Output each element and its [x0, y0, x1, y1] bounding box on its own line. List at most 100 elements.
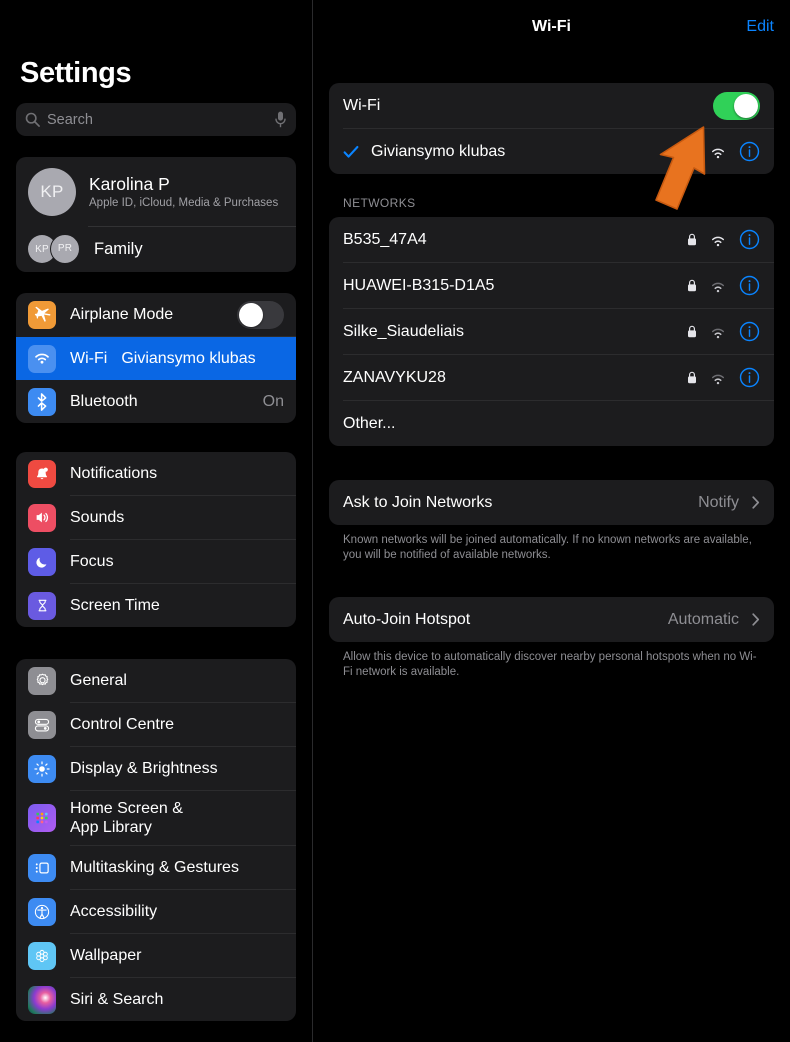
sidebar-item-airplane-mode[interactable]: Airplane Mode [16, 293, 296, 336]
sidebar-item-control-centre[interactable]: Control Centre [16, 703, 296, 746]
lock-icon [687, 279, 697, 292]
wifi-signal-icon [710, 280, 726, 292]
search-input[interactable]: Search [16, 103, 296, 136]
checkmark-icon [343, 144, 359, 160]
other-label: Other... [343, 414, 396, 432]
search-placeholder: Search [47, 111, 93, 128]
focus-icon [28, 547, 56, 576]
sidebar-item-screen-time[interactable]: Screen Time [16, 584, 296, 627]
sidebar-item-label: Bluetooth [70, 393, 138, 410]
avatar: PR [50, 233, 80, 264]
chevron-right-icon [752, 496, 760, 509]
family-label: Family [94, 239, 143, 258]
auto-join-hotspot-row[interactable]: Auto-Join Hotspot Automatic [329, 597, 774, 642]
sidebar-item-display-brightness[interactable]: Display & Brightness [16, 747, 296, 790]
navigation-bar: Wi-Fi Edit [329, 0, 774, 53]
sidebar-item-multitasking[interactable]: Multitasking & Gestures [16, 846, 296, 889]
airplane-icon [28, 300, 56, 329]
sidebar-item-wifi[interactable]: Wi-Fi Giviansymo klubas [16, 337, 296, 380]
mic-icon[interactable] [274, 111, 287, 128]
sidebar-item-accessibility[interactable]: Accessibility [16, 890, 296, 933]
accessibility-icon [28, 897, 56, 926]
sidebar-item-label: Control Centre [70, 716, 175, 733]
sidebar-item-label: Notifications [70, 465, 158, 482]
sidebar-item-label: Siri & Search [70, 991, 164, 1008]
ipad-settings-screen: Settings Search KP Karolina P Apple ID, … [0, 0, 790, 1042]
sidebar-item-home-screen[interactable]: Home Screen & App Library [16, 791, 296, 845]
sidebar-item-label: Home Screen & App Library [70, 800, 183, 836]
arrow-cursor [646, 124, 726, 225]
apple-id-row[interactable]: KP Karolina P Apple ID, iCloud, Media & … [16, 157, 296, 226]
ask-to-join-row[interactable]: Ask to Join Networks Notify [329, 480, 774, 525]
network-name: HUAWEI-B315-D1A5 [343, 276, 495, 294]
wallpaper-icon [28, 941, 56, 970]
auto-join-hotspot-label: Auto-Join Hotspot [343, 610, 471, 628]
network-name: Silke_Siaudeliais [343, 322, 464, 340]
sounds-icon [28, 503, 56, 532]
edit-button[interactable]: Edit [746, 18, 774, 36]
general-gear-icon [28, 666, 56, 695]
sidebar-item-bluetooth[interactable]: Bluetooth On [16, 380, 296, 423]
siri-icon [28, 985, 56, 1014]
display-brightness-icon [28, 754, 56, 783]
sidebar-item-general[interactable]: General [16, 659, 296, 702]
family-row[interactable]: KP PR Family [16, 227, 296, 272]
control-centre-icon [28, 710, 56, 739]
account-card: KP Karolina P Apple ID, iCloud, Media & … [16, 157, 296, 272]
sidebar-item-focus[interactable]: Focus [16, 540, 296, 583]
auto-join-hotspot-value: Automatic [667, 610, 739, 628]
ask-to-join-label: Ask to Join Networks [343, 493, 493, 511]
lock-icon [687, 371, 697, 384]
sidebar-group-general: General Control Centre Display & Brightn… [16, 659, 296, 1021]
page-title: Settings [20, 57, 132, 89]
sidebar-item-label: Wallpaper [70, 947, 142, 964]
search-icon [25, 112, 40, 127]
ask-to-join-value: Notify [698, 493, 739, 511]
account-subtitle: Apple ID, iCloud, Media & Purchases [89, 196, 279, 209]
nav-title: Wi-Fi [532, 17, 571, 35]
bluetooth-icon [28, 387, 56, 416]
sidebar-item-siri-search[interactable]: Siri & Search [16, 978, 296, 1021]
sidebar-item-value: Giviansymo klubas [121, 349, 256, 367]
info-icon[interactable] [739, 275, 760, 296]
chevron-right-icon [752, 613, 760, 626]
lock-icon [687, 233, 697, 246]
wifi-signal-icon [710, 372, 726, 384]
sidebar-group-connectivity: Airplane Mode Wi-Fi Giviansymo klubas Bl… [16, 293, 296, 423]
sidebar-item-label: Wi-Fi [70, 350, 108, 367]
table-row[interactable]: HUAWEI-B315-D1A5 [329, 263, 774, 308]
ask-to-join-footnote: Known networks will be joined automatica… [343, 534, 752, 561]
account-name: Karolina P [89, 173, 170, 194]
wifi-toggle[interactable] [713, 91, 760, 120]
sidebar-item-label: General [70, 672, 127, 689]
info-icon[interactable] [739, 321, 760, 342]
auto-join-hotspot-card: Auto-Join Hotspot Automatic [329, 597, 774, 642]
wifi-icon [28, 344, 56, 373]
avatar: KP [28, 168, 76, 216]
info-icon[interactable] [739, 367, 760, 388]
airplane-mode-toggle[interactable] [237, 300, 284, 329]
sidebar-item-label: Screen Time [70, 597, 160, 614]
info-icon[interactable] [739, 229, 760, 250]
wifi-toggle-row[interactable]: Wi-Fi [329, 83, 774, 128]
notifications-icon [28, 459, 56, 488]
multitasking-icon [28, 853, 56, 882]
sidebar-item-wallpaper[interactable]: Wallpaper [16, 934, 296, 977]
sidebar-item-sounds[interactable]: Sounds [16, 496, 296, 539]
network-name: B535_47A4 [343, 230, 427, 248]
settings-sidebar: Settings Search KP Karolina P Apple ID, … [0, 0, 313, 1042]
table-row[interactable]: ZANAVYKU28 [329, 355, 774, 400]
networks-card: B535_47A4 HUAWEI-B315-D1A5 Silke_Siaudel… [329, 217, 774, 446]
sidebar-item-value: On [262, 392, 284, 410]
sidebar-item-label: Focus [70, 553, 114, 570]
table-row[interactable]: Silke_Siaudeliais [329, 309, 774, 354]
ask-to-join-card: Ask to Join Networks Notify [329, 480, 774, 525]
auto-join-hotspot-footnote: Allow this device to automatically disco… [343, 651, 757, 678]
other-network-row[interactable]: Other... [329, 401, 774, 446]
info-icon[interactable] [739, 141, 760, 162]
sidebar-item-notifications[interactable]: Notifications [16, 452, 296, 495]
screen-time-icon [28, 591, 56, 620]
family-avatars: KP PR [28, 233, 82, 264]
